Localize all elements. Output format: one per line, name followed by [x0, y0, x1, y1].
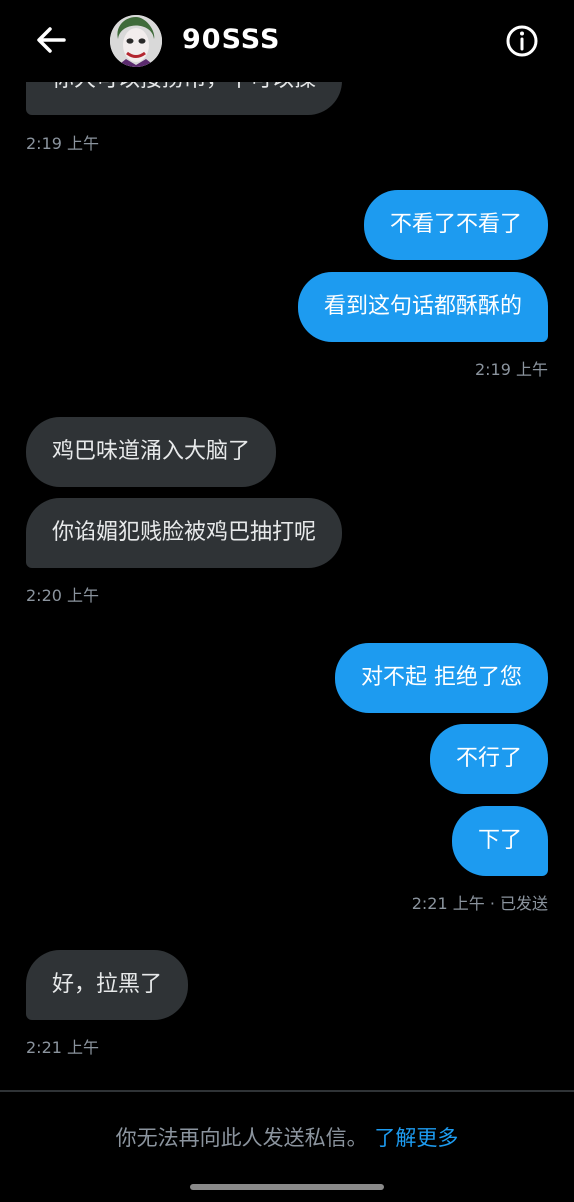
learn-more-link[interactable]: 了解更多 — [374, 1126, 458, 1150]
message-timestamp: 2:21 上午 — [26, 1038, 100, 1057]
back-button[interactable] — [30, 20, 74, 60]
message-bubble-outgoing[interactable]: 对不起 拒绝了您 — [335, 643, 548, 713]
message-bubble-outgoing[interactable]: 不看了不看了 — [363, 190, 548, 260]
arrow-left-icon — [37, 27, 66, 53]
message-timestamp: 2:19 上午 — [474, 360, 548, 379]
dm-disabled-notice: 你无法再向此人发送私信。 了解更多 — [0, 1122, 574, 1152]
message-status-timestamp: 2:21 上午 · 已发送 — [411, 894, 548, 913]
dm-disabled-footer: 你无法再向此人发送私信。 了解更多 — [0, 1090, 574, 1202]
joker-avatar-image — [110, 15, 162, 67]
conversation-title: 90SSS — [182, 24, 281, 55]
message-bubble-incoming[interactable]: 鸡巴味道涌入大脑了 — [26, 417, 277, 487]
home-indicator[interactable] — [190, 1184, 384, 1190]
chat-header: 90SSS — [0, 0, 574, 82]
message-bubble-outgoing[interactable]: 看到这句话都酥酥的 — [297, 272, 548, 342]
message-bubble-incoming[interactable]: 好，拉黑了 — [26, 950, 189, 1020]
info-button[interactable] — [500, 21, 544, 61]
message-bubble-incoming[interactable]: 你谄媚犯贱脸被鸡巴抽打呢 — [26, 498, 343, 568]
message-bubble-outgoing[interactable]: 不行了 — [429, 724, 548, 794]
info-circle-icon — [506, 25, 538, 57]
avatar[interactable] — [110, 15, 162, 67]
notice-text: 你无法再向此人发送私信。 — [115, 1126, 368, 1150]
message-timestamp: 2:19 上午 — [26, 134, 100, 153]
message-timestamp: 2:20 上午 — [26, 586, 100, 605]
message-bubble-outgoing[interactable]: 下了 — [451, 806, 548, 876]
